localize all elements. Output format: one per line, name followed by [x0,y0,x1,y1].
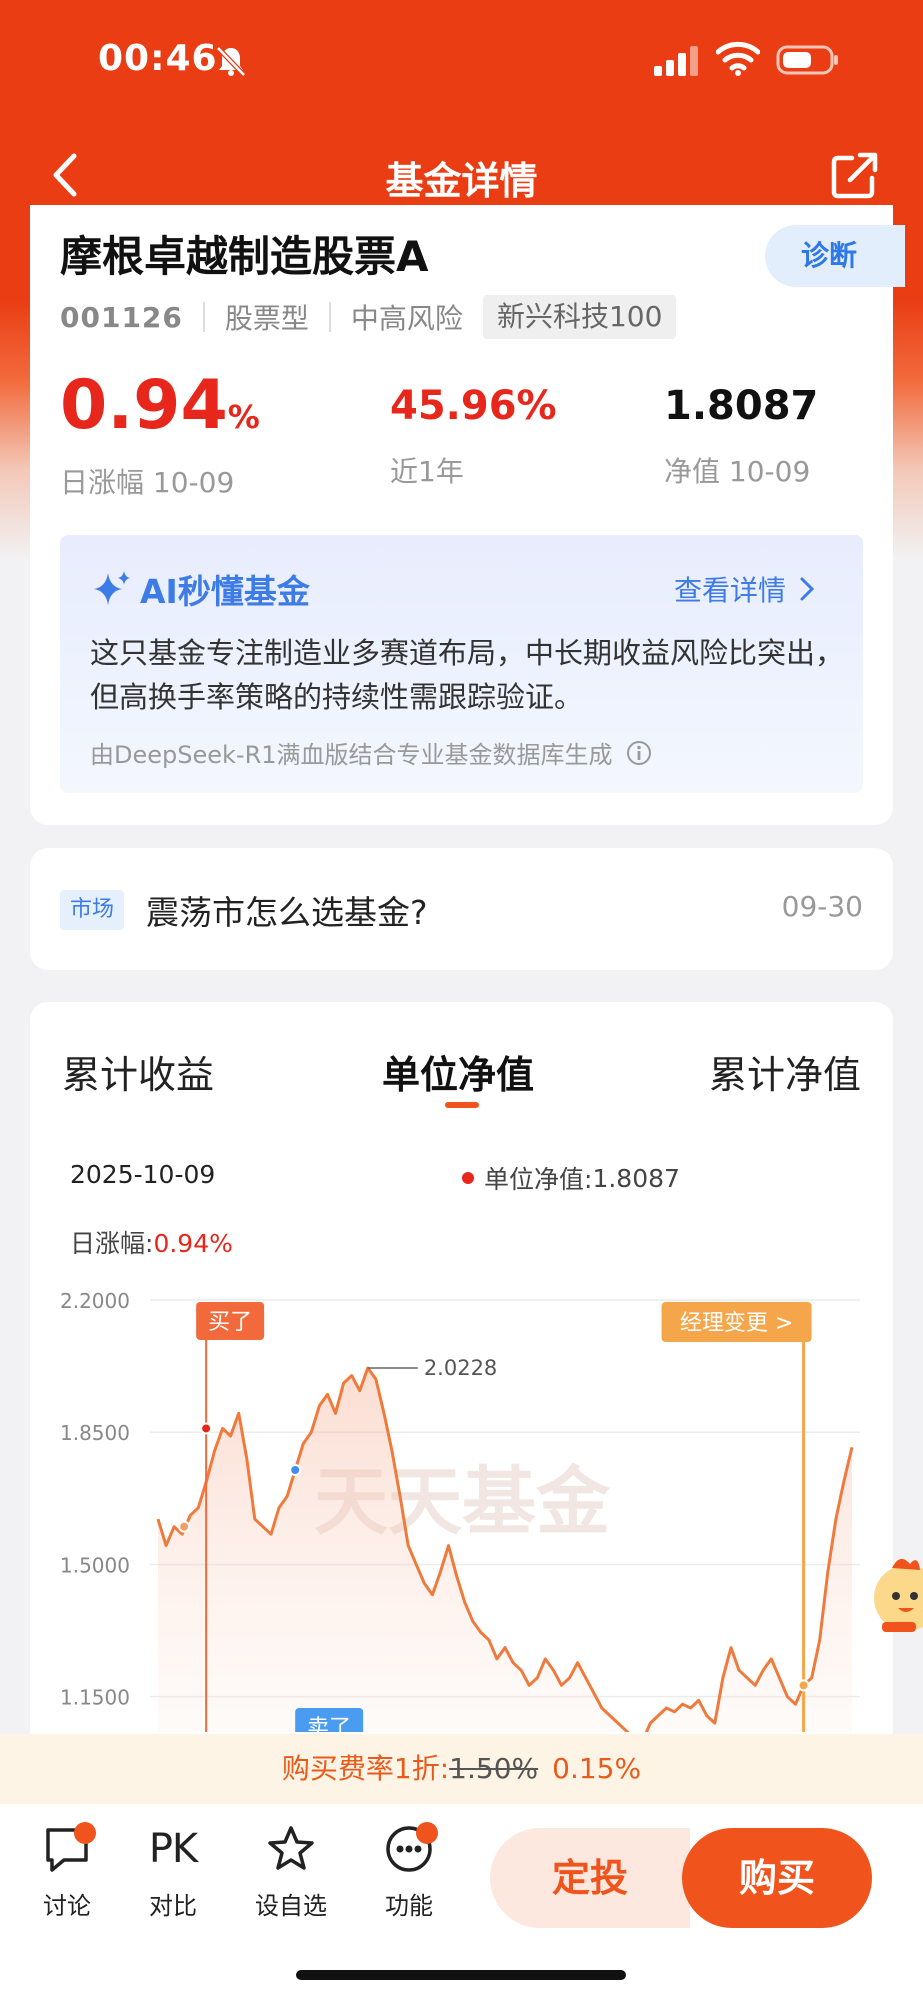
fee-old-rate: 1.50% [449,1752,539,1785]
y-tick-label: 1.8500 [60,1421,130,1445]
mascot-icon[interactable] [862,1548,923,1638]
page-title: 基金详情 [385,159,538,203]
nav-value: 1.8087 [664,383,819,429]
news-tag: 市场 [60,890,125,930]
compare-label: 对比 [149,1892,197,1920]
pk-icon: PK [148,1826,198,1872]
news-title: 震荡市怎么选基金? [146,893,428,932]
ai-summary-text: 这只基金专注制造业多赛道布局，中长期收益风险比突出，但高换手率策略的持续性需跟踪… [90,636,845,714]
functions-label: 功能 [385,1892,433,1920]
diagnose-button[interactable]: 诊断 [765,225,905,287]
ai-title-text: AI秒懂基金 [140,572,310,611]
day-change-label: 日涨幅 10-09 [60,466,235,499]
news-card[interactable]: 市场 震荡市怎么选基金? 09-30 [30,848,893,970]
notification-badge [416,1822,438,1844]
chart-date: 2025-10-09 [70,1160,216,1189]
fund-summary-card: 摩根卓越制造股票A 诊断 001126 股票型 中高风险 新兴科技100 0.9… [30,205,905,825]
compare-button[interactable]: PK 对比 [128,1822,218,1921]
chevron-right-icon [800,577,815,601]
legend-label: 单位净值: [484,1165,593,1194]
news-date: 09-30 [781,890,863,923]
info-icon[interactable] [625,739,653,767]
notification-badge [74,1822,96,1844]
chart-legend: 单位净值: 1.8087 [462,1160,680,1196]
discuss-button[interactable]: 讨论 [22,1822,112,1921]
ai-source-note: 由DeepSeek-R1满血版结合专业基金数据库生成 [90,735,653,770]
fund-name: 摩根卓越制造股票A [60,232,429,281]
tab-cumulative-return[interactable]: 累计收益 [62,1044,214,1099]
sell-marker-label: 卖了 [307,1716,351,1732]
home-indicator [296,1970,626,1980]
ai-summary-box[interactable]: AI秒懂基金 查看详情 这只基金专注制造业多赛道布局，中长期收益风险比突出，但高… [60,535,863,793]
day-change-unit: % [227,398,260,436]
ai-source-text: 由DeepSeek-R1满血版结合专业基金数据库生成 [90,741,613,769]
add-watchlist-button[interactable]: 设自选 [246,1822,336,1921]
year-return-label: 近1年 [390,455,464,488]
y-tick-label: 1.1500 [60,1686,130,1710]
divider [202,302,205,332]
buy-marker-dot [178,1520,191,1533]
fund-type: 股票型 [224,302,309,335]
status-bar: 00:46 [0,0,923,120]
day-change-stat: 0.94% 日涨幅 10-09 [60,370,260,501]
active-tab-indicator [445,1102,479,1108]
fund-code: 001126 [60,300,183,334]
sell-marker-dot [289,1464,302,1476]
divider [328,302,331,332]
max-value-label: 2.0228 [424,1356,497,1380]
day-change-value: 0.94 [60,366,228,445]
bell-muted-icon [216,46,246,77]
cellular-signal-icon [654,46,698,76]
star-icon [268,1826,314,1870]
legend-dot [462,1172,474,1184]
ai-title: AI秒懂基金 [90,565,310,613]
ai-more-label: 查看详情 [674,574,787,607]
legend-value: 1.8087 [592,1163,680,1193]
ai-sparkle-icon [94,571,130,605]
discuss-label: 讨论 [43,1892,91,1920]
nav-label: 净值 10-09 [664,455,811,488]
year-return-value: 45.96% [390,383,557,429]
watchlist-label: 设自选 [255,1892,327,1920]
battery-icon [776,45,838,75]
status-time: 00:46 [98,38,218,79]
ai-more-link[interactable]: 查看详情 [674,569,818,609]
tab-unit-nav[interactable]: 单位净值 [382,1044,534,1099]
tab-cumulative-nav[interactable]: 累计净值 [709,1044,861,1099]
nav-line-chart[interactable]: 2.20001.85001.50001.1500 天天基金 2.02280.90… [30,1272,893,1732]
auto-invest-button[interactable]: 定投 [490,1828,690,1928]
functions-button[interactable]: 功能 [364,1822,454,1921]
wifi-icon [716,41,760,76]
manager-change-dot [797,1679,810,1692]
manager-change-label: 经理变更 > [680,1311,793,1336]
year-return-stat: 45.96% 近1年 [390,370,557,490]
index-tag[interactable]: 新兴科技100 [482,295,677,339]
fee-new-rate: 0.15% [552,1752,642,1785]
fund-risk: 中高风险 [350,302,463,335]
fee-text: 购买费率1折: [281,1752,450,1785]
buy-point-dot [200,1422,213,1435]
fund-meta-row: 001126 股票型 中高风险 新兴科技100 [60,295,677,339]
y-tick-label: 2.2000 [60,1289,130,1313]
buy-marker-label: 买了 [208,1310,252,1335]
buy-button[interactable]: 购买 [682,1828,872,1928]
chart-tabs: 累计收益 单位净值 累计净值 [30,1044,893,1104]
chart-day-label: 日涨幅: [70,1229,154,1258]
nav-stat: 1.8087 净值 10-09 [664,370,818,490]
chart-day-change: 日涨幅:0.94% [70,1224,233,1260]
chart-day-value: 0.94% [153,1229,233,1258]
y-tick-label: 1.5000 [60,1553,130,1577]
share-icon[interactable] [830,150,880,200]
fee-discount-bar[interactable]: 购买费率1折:1.50% 0.15% [0,1734,923,1804]
